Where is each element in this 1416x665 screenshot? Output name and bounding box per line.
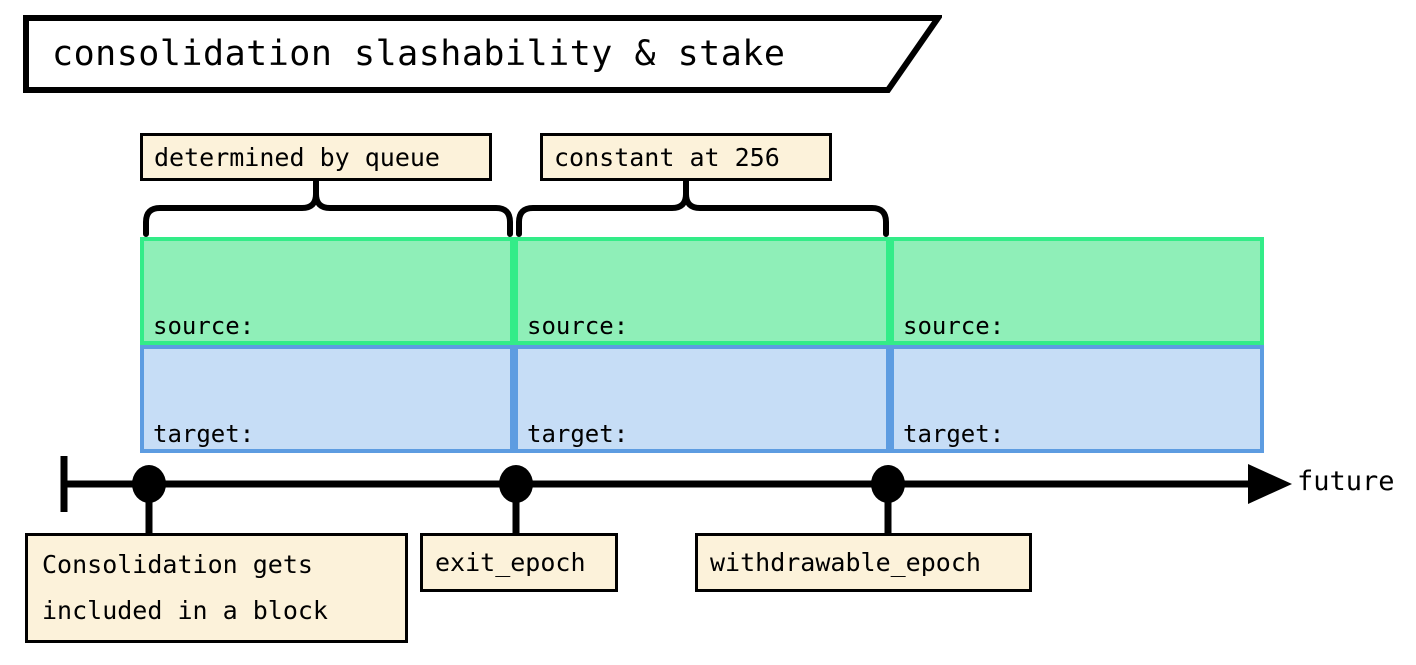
cell-heading: target: — [903, 420, 1005, 448]
state-cell-target-0: target: - 32 ETH slashable - 32 ETH stak… — [140, 345, 514, 453]
cell-heading: source: — [527, 312, 629, 340]
state-cell-source-0: source: - 32 ETH slashable - 32 ETH stak… — [140, 237, 514, 345]
event-label: exit_epoch — [435, 548, 586, 577]
annotation-determined-by-queue: determined by queue — [140, 133, 492, 181]
timeline-marker-exit-epoch[interactable] — [499, 465, 533, 503]
state-grid: source: - 32 ETH slashable - 32 ETH stak… — [140, 237, 1264, 453]
grid-row-target: target: - 32 ETH slashable - 32 ETH stak… — [140, 345, 1264, 453]
annotation-label: determined by queue — [154, 142, 440, 172]
cell-heading: source: — [153, 312, 255, 340]
state-cell-source-2: source: - 0 ETH slashable - 0 ETH staked — [890, 237, 1264, 345]
event-label-line-2: included in a block — [42, 596, 328, 625]
annotation-label: constant at 256 — [554, 142, 780, 172]
annotation-constant-at-256: constant at 256 — [540, 133, 832, 181]
event-label-line-1: Consolidation gets — [42, 550, 313, 579]
page-title: consolidation slashability & stake — [52, 34, 786, 74]
state-cell-source-1: source: - 32 ETH slashable - 0 ETH stake… — [514, 237, 890, 345]
brace-left — [143, 193, 513, 237]
brace-right — [516, 193, 889, 237]
state-cell-target-2: target: - 64 ETH slashable - 64 ETH stak… — [890, 345, 1264, 453]
timeline-future-label: future — [1297, 466, 1395, 497]
timeline-marker-consolidation[interactable] — [132, 465, 166, 503]
timeline-marker-withdrawable-epoch[interactable] — [871, 465, 905, 503]
diagram-canvas: consolidation slashability & stake deter… — [0, 0, 1416, 665]
event-box-exit-epoch: exit_epoch — [420, 533, 618, 592]
cell-heading: target: — [153, 420, 255, 448]
state-cell-target-1: target: - 32 ETH slashable - 32 ETH stak… — [514, 345, 890, 453]
event-box-consolidation: Consolidation gets included in a block — [25, 533, 408, 643]
timeline-arrow-icon — [1248, 464, 1292, 504]
event-box-withdrawable-epoch: withdrawable_epoch — [695, 533, 1032, 592]
title-banner: consolidation slashability & stake — [22, 14, 942, 94]
grid-row-source: source: - 32 ETH slashable - 32 ETH stak… — [140, 237, 1264, 345]
cell-heading: source: — [903, 312, 1005, 340]
cell-heading: target: — [527, 420, 629, 448]
event-label: withdrawable_epoch — [710, 548, 981, 577]
